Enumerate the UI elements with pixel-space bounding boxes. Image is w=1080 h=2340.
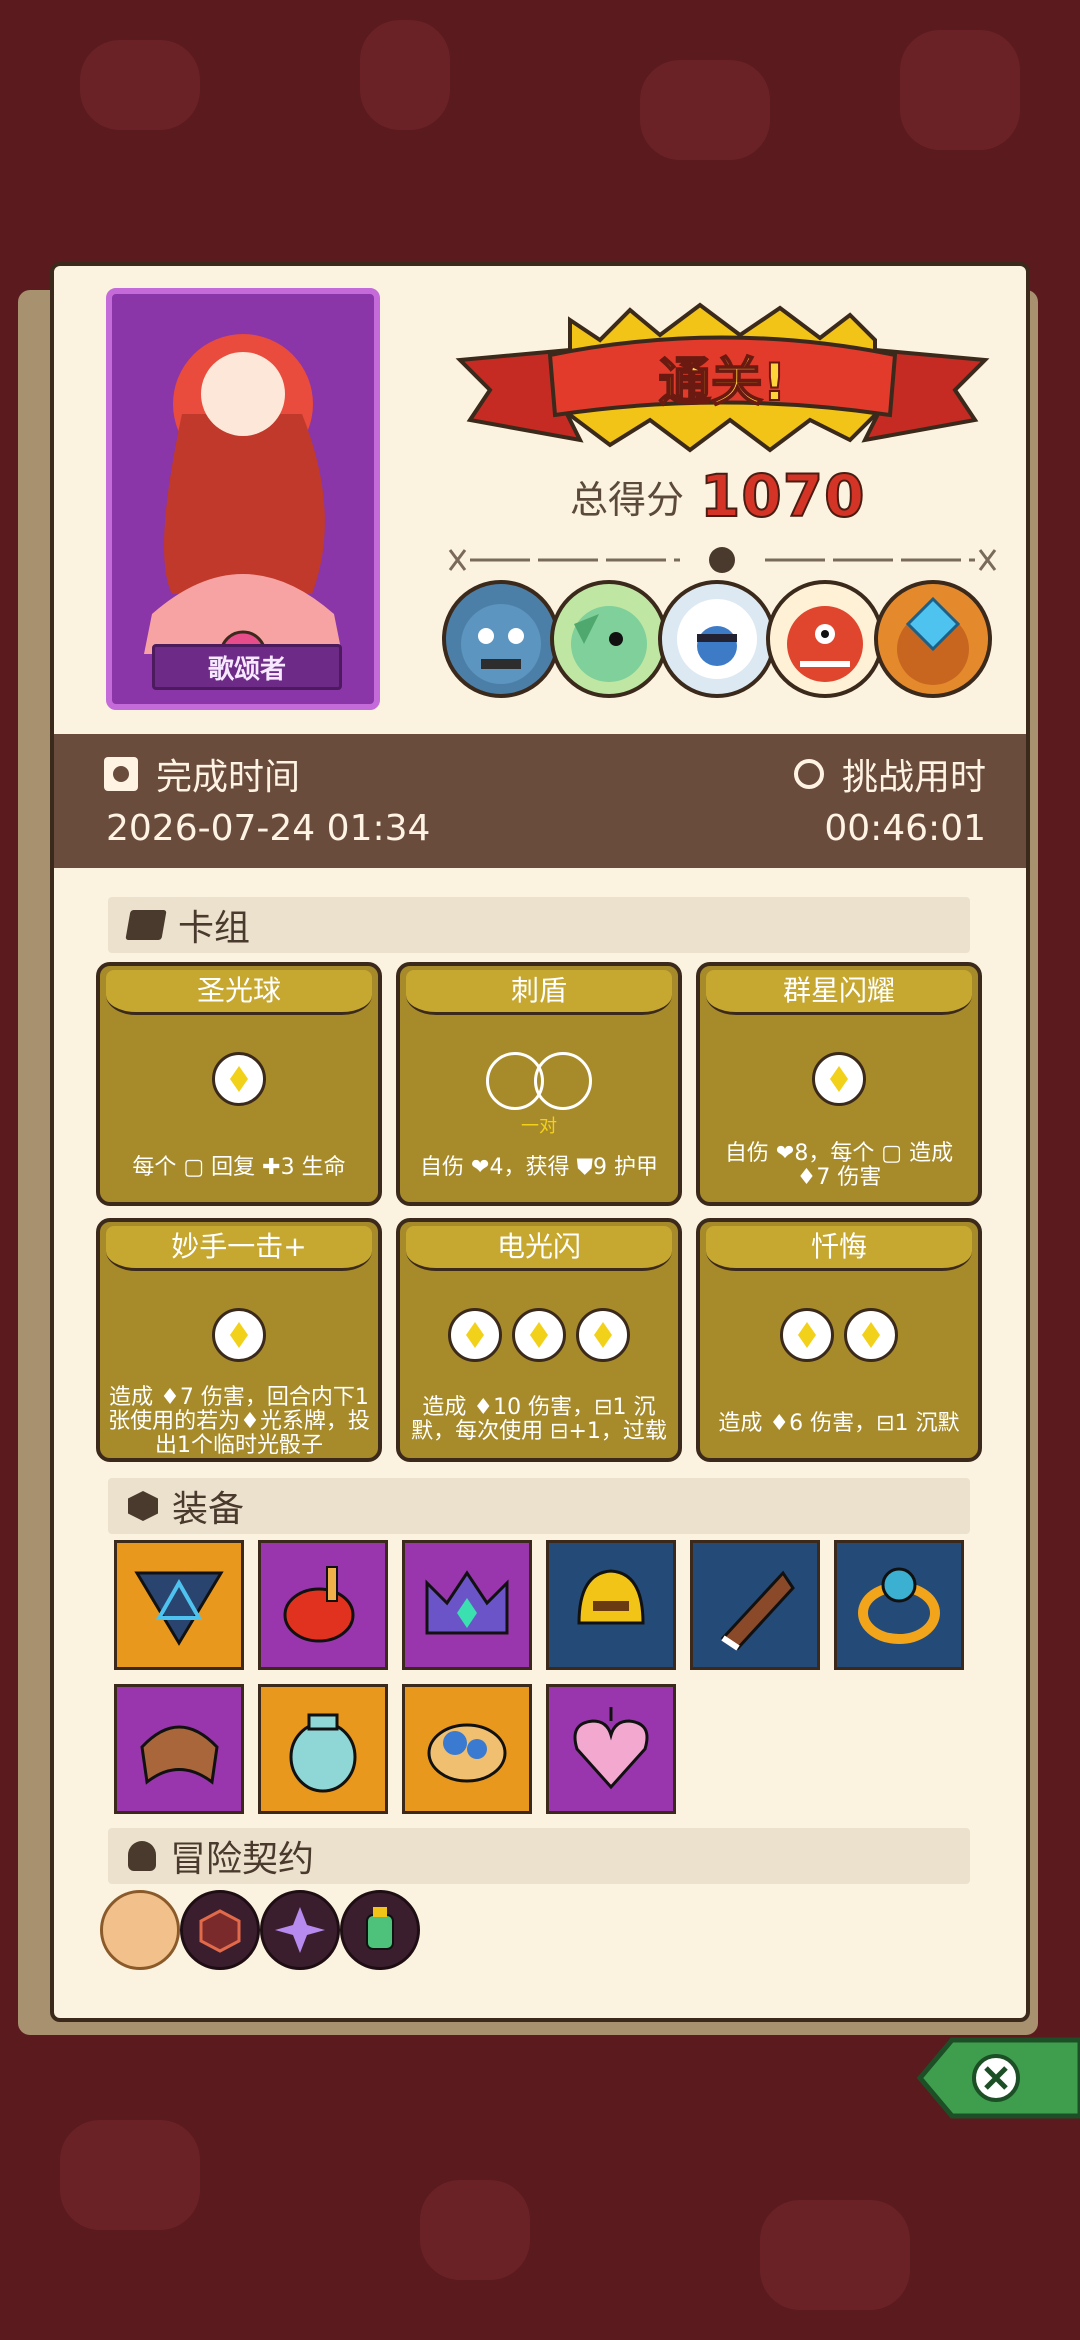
victory-banner: 通关! bbox=[450, 300, 995, 460]
equipment-gold-helmet-icon[interactable] bbox=[546, 1540, 676, 1670]
section-adventure-contract: 冒险契约 bbox=[108, 1828, 970, 1884]
card-masterful-strike[interactable]: 妙手一击+ 造成 ♦7 伤害，回合内下1张使用的若为♦光系牌，投出1个临时光骰子 bbox=[96, 1218, 382, 1462]
character-illustration bbox=[144, 334, 342, 678]
banner-text: 通关! bbox=[658, 352, 788, 414]
card-title: 忏悔 bbox=[706, 1226, 972, 1271]
film-icon bbox=[104, 757, 138, 791]
dice-slot-icon bbox=[780, 1308, 834, 1362]
slot-requirement: 一对 bbox=[521, 1116, 557, 1137]
completion-time-value: 2026-07-24 01:34 bbox=[106, 808, 431, 849]
dice-slot-icon bbox=[212, 1308, 266, 1362]
contract-green-potion-icon[interactable] bbox=[340, 1890, 420, 1970]
equipment-leather-bracer-icon[interactable] bbox=[114, 1684, 244, 1814]
card-stars-shine[interactable]: 群星闪耀 自伤 ❤8，每个 ▢ 造成 ♦7 伤害 bbox=[696, 962, 982, 1206]
section-deck: 卡组 bbox=[108, 897, 970, 953]
stats-bar: 完成时间 2026-07-24 01:34 挑战用时 00:46:01 bbox=[54, 734, 1026, 868]
equipment-teal-vase-icon[interactable] bbox=[258, 1684, 388, 1814]
stopwatch-icon bbox=[793, 759, 824, 789]
contract-purple-star-icon[interactable] bbox=[260, 1890, 340, 1970]
challenge-time-label: 挑战用时 bbox=[793, 748, 986, 800]
equipment-triangle-rune-icon[interactable] bbox=[114, 1540, 244, 1670]
card-thorn-shield[interactable]: 刺盾 一对 自伤 ❤4，获得 ⛊9 护甲 bbox=[396, 962, 682, 1206]
card-description: 造成 ♦7 伤害，回合内下1张使用的若为♦光系牌，投出1个临时光骰子 bbox=[108, 1385, 370, 1458]
card-holy-light-orb[interactable]: 圣光球 每个 ▢ 回复 ✚3 生命 bbox=[96, 962, 382, 1206]
dice-slot-icon bbox=[448, 1308, 502, 1362]
section-equipment: 装备 bbox=[108, 1478, 970, 1534]
card-title: 电光闪 bbox=[406, 1226, 672, 1271]
character-portrait: 歌颂者 bbox=[106, 288, 380, 710]
person-icon bbox=[128, 1841, 156, 1871]
cards-icon bbox=[125, 910, 167, 940]
card-description: 每个 ▢ 回复 ✚3 生命 bbox=[132, 1155, 346, 1180]
card-lightning-flash[interactable]: 电光闪 造成 ♦10 伤害，⊟1 沉默，每次使用 ⊟+1，过载 bbox=[396, 1218, 682, 1462]
contract-scroll-icon[interactable] bbox=[100, 1890, 180, 1970]
equipment-emerald-ring-icon[interactable] bbox=[834, 1540, 964, 1670]
challenge-time-value: 00:46:01 bbox=[824, 808, 986, 849]
card-repentance[interactable]: 忏悔 造成 ♦6 伤害，⊟1 沉默 bbox=[696, 1218, 982, 1462]
dice-slot-icon bbox=[212, 1052, 266, 1106]
boss-icon-green-goblin[interactable] bbox=[550, 580, 668, 698]
card-title: 群星闪耀 bbox=[706, 970, 972, 1015]
equipment-purple-crown-icon[interactable] bbox=[402, 1540, 532, 1670]
boss-icon-blue-beast[interactable] bbox=[658, 580, 776, 698]
equipment-heart-locket-icon[interactable] bbox=[546, 1684, 676, 1814]
completion-time-label: 完成时间 bbox=[104, 748, 300, 800]
equipment-red-pepper-icon[interactable] bbox=[258, 1540, 388, 1670]
contract-dark-cube-icon[interactable] bbox=[180, 1890, 260, 1970]
card-title: 圣光球 bbox=[106, 970, 372, 1015]
boss-icon-gem-golem[interactable] bbox=[874, 580, 992, 698]
card-description: 自伤 ❤8，每个 ▢ 造成 ♦7 伤害 bbox=[724, 1141, 954, 1190]
dice-slot-icon bbox=[512, 1308, 566, 1362]
character-name: 歌颂者 bbox=[152, 644, 342, 690]
card-title: 妙手一击+ bbox=[106, 1226, 372, 1271]
score-value: 1070 bbox=[699, 461, 866, 531]
dice-slot-icon bbox=[812, 1052, 866, 1106]
equipment-bread-icon[interactable] bbox=[402, 1684, 532, 1814]
pair-slot-icon bbox=[534, 1052, 592, 1110]
dice-slot-icon bbox=[576, 1308, 630, 1362]
card-description: 造成 ♦10 伤害，⊟1 沉默，每次使用 ⊟+1，过载 bbox=[411, 1395, 667, 1444]
boss-icon-red-demon-mask[interactable] bbox=[766, 580, 884, 698]
score-row: 总得分 1070 bbox=[570, 461, 866, 531]
close-button[interactable] bbox=[912, 2030, 1080, 2126]
dice-slot-icon bbox=[844, 1308, 898, 1362]
card-description: 造成 ♦6 伤害，⊟1 沉默 bbox=[718, 1411, 960, 1436]
card-title: 刺盾 bbox=[406, 970, 672, 1015]
score-label: 总得分 bbox=[570, 477, 685, 522]
boss-list bbox=[442, 580, 992, 698]
boss-divider bbox=[448, 547, 997, 573]
boss-icon-blue-ogre[interactable] bbox=[442, 580, 560, 698]
card-description: 自伤 ❤4，获得 ⛊9 护甲 bbox=[420, 1155, 658, 1180]
cube-icon bbox=[128, 1491, 158, 1521]
equipment-horn-icon[interactable] bbox=[690, 1540, 820, 1670]
